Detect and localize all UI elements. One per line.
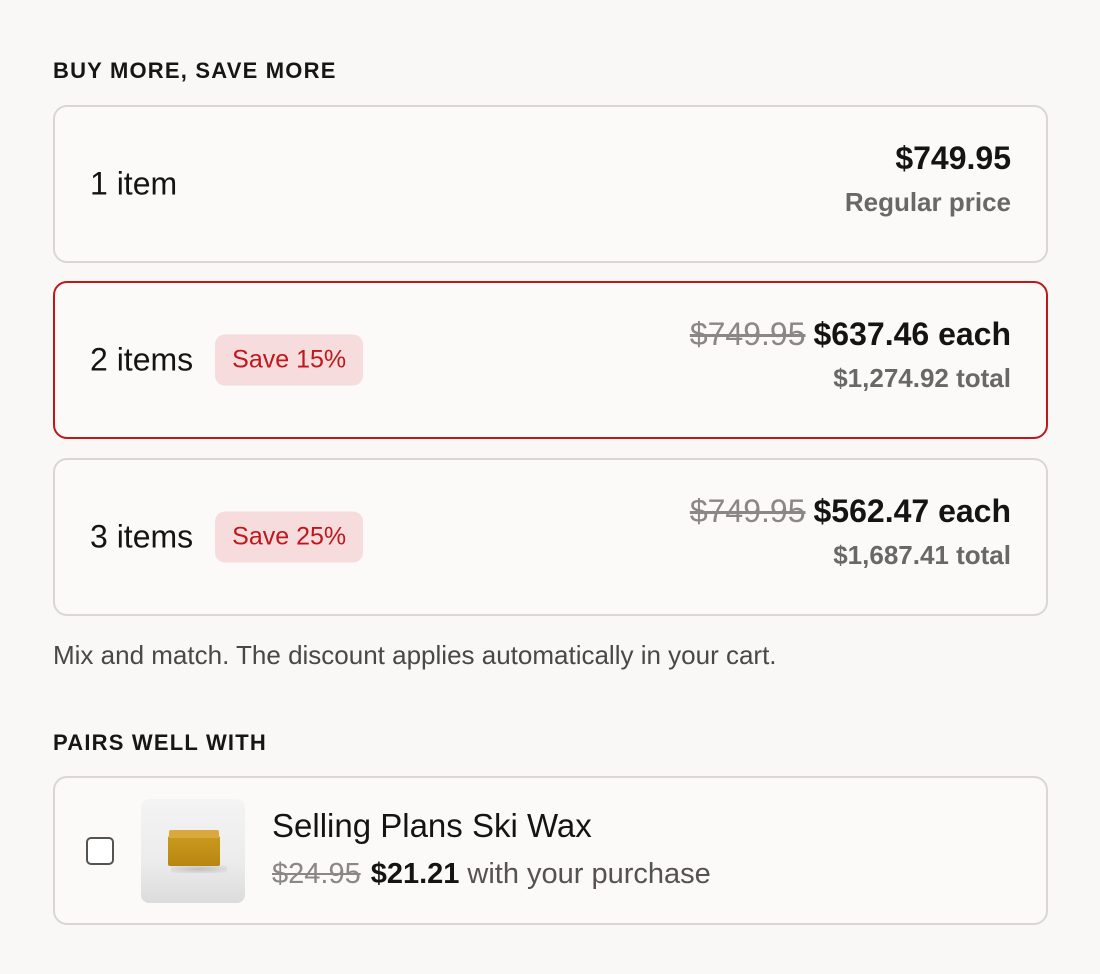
tier-price-line: $749.95 <box>845 138 1011 178</box>
compare-price: $749.95 <box>689 493 806 529</box>
tier-quantity: 2 items <box>90 341 194 378</box>
tier-price-block: $749.95 $637.46 each $1,274.92 total <box>690 314 1011 395</box>
addon-info: Selling Plans Ski Wax $24.95 $21.21 with y… <box>272 806 711 892</box>
addon-price-suffix: with your purchase <box>467 858 711 890</box>
tier-option-1[interactable]: 1 item $749.95 Regular price <box>53 105 1048 263</box>
addon-price: $21.21 <box>370 858 460 890</box>
tier-subtext: $1,274.92 total <box>833 363 1011 393</box>
tier-subtext: $1,687.41 total <box>833 540 1011 570</box>
tier-price-block: $749.95 $562.47 each $1,687.41 total <box>690 491 1011 572</box>
tier-price: $637.46 each <box>813 316 1012 352</box>
tier-price: $749.95 <box>895 140 1011 176</box>
wax-top-shape <box>169 830 219 838</box>
addon-title: Selling Plans Ski Wax <box>272 807 592 844</box>
ski-wax-thumbnail <box>141 799 245 903</box>
tier-label: 2 items Save 15% <box>90 334 364 386</box>
addon-price-line: $24.95 $21.21 with your purchase <box>272 856 711 892</box>
wax-block-shape <box>168 836 220 866</box>
wax-shadow <box>171 865 227 873</box>
tier-price-block: $749.95 Regular price <box>845 138 1011 219</box>
tier-label: 1 item <box>90 166 177 203</box>
save-badge: Save 25% <box>215 511 364 563</box>
tier-subtext: Regular price <box>844 187 1011 217</box>
tier-option-3[interactable]: 3 items Save 25% $749.95 $562.47 each $1,… <box>53 458 1048 616</box>
addon-compare-price: $24.95 <box>272 858 361 890</box>
tier-quantity: 1 item <box>90 165 178 202</box>
tier-option-2[interactable]: 2 items Save 15% $749.95 $637.46 each $1,… <box>53 281 1048 439</box>
save-badge: Save 15% <box>215 334 364 386</box>
compare-price: $749.95 <box>689 316 806 352</box>
bundle-heading: BUY MORE, SAVE MORE <box>53 58 337 83</box>
addon-card: Selling Plans Ski Wax $24.95 $21.21 with y… <box>53 776 1048 925</box>
tier-price-line: $749.95 $637.46 each <box>690 314 1011 354</box>
tier-price: $562.47 each <box>813 493 1012 529</box>
tier-label: 3 items Save 25% <box>90 511 364 563</box>
tier-quantity: 3 items <box>90 518 194 555</box>
discount-note: Mix and match. The discount applies auto… <box>53 640 777 670</box>
pairs-heading: PAIRS WELL WITH <box>53 730 267 755</box>
tier-price-line: $749.95 $562.47 each <box>690 491 1011 531</box>
addon-checkbox[interactable] <box>86 837 114 865</box>
